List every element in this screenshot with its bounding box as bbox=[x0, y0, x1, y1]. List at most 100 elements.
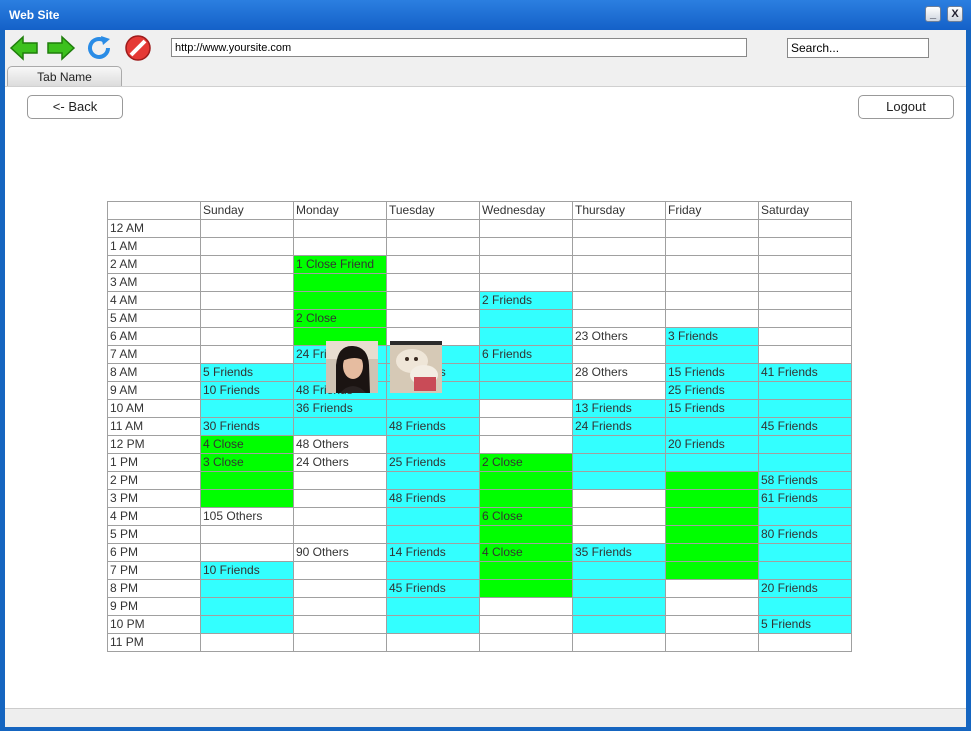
schedule-cell[interactable] bbox=[758, 399, 852, 418]
search-input[interactable]: Search... bbox=[787, 38, 929, 58]
schedule-cell[interactable] bbox=[572, 273, 666, 292]
avatar-photo[interactable] bbox=[326, 341, 378, 393]
schedule-cell[interactable] bbox=[386, 615, 480, 634]
schedule-cell[interactable] bbox=[758, 273, 852, 292]
schedule-cell[interactable] bbox=[386, 255, 480, 274]
schedule-cell[interactable] bbox=[293, 561, 387, 580]
schedule-cell[interactable] bbox=[665, 309, 759, 328]
schedule-cell[interactable] bbox=[200, 579, 294, 598]
schedule-cell[interactable] bbox=[665, 597, 759, 616]
close-button[interactable]: X bbox=[947, 6, 963, 22]
schedule-cell[interactable]: 2 Close bbox=[293, 309, 387, 328]
schedule-cell[interactable] bbox=[479, 471, 573, 490]
schedule-cell[interactable] bbox=[572, 255, 666, 274]
schedule-cell[interactable] bbox=[293, 525, 387, 544]
schedule-cell[interactable]: 3 Friends bbox=[665, 327, 759, 346]
schedule-cell[interactable]: 25 Friends bbox=[665, 381, 759, 400]
schedule-cell[interactable] bbox=[293, 633, 387, 652]
schedule-cell[interactable]: 6 Close bbox=[479, 507, 573, 526]
schedule-cell[interactable] bbox=[758, 327, 852, 346]
schedule-cell[interactable] bbox=[665, 255, 759, 274]
schedule-cell[interactable] bbox=[479, 417, 573, 436]
schedule-cell[interactable] bbox=[572, 219, 666, 238]
schedule-cell[interactable]: 10 Friends bbox=[200, 561, 294, 580]
schedule-cell[interactable] bbox=[572, 561, 666, 580]
schedule-cell[interactable]: 25 Friends bbox=[386, 453, 480, 472]
schedule-cell[interactable] bbox=[665, 417, 759, 436]
schedule-cell[interactable] bbox=[572, 633, 666, 652]
schedule-cell[interactable] bbox=[200, 525, 294, 544]
stop-icon[interactable] bbox=[123, 34, 153, 62]
schedule-cell[interactable] bbox=[479, 381, 573, 400]
schedule-cell[interactable] bbox=[665, 291, 759, 310]
schedule-cell[interactable] bbox=[386, 525, 480, 544]
schedule-cell[interactable] bbox=[665, 633, 759, 652]
schedule-cell[interactable] bbox=[572, 309, 666, 328]
schedule-cell[interactable] bbox=[479, 561, 573, 580]
schedule-cell[interactable] bbox=[479, 579, 573, 598]
schedule-cell[interactable] bbox=[665, 507, 759, 526]
schedule-cell[interactable] bbox=[200, 345, 294, 364]
schedule-cell[interactable]: 41 Friends bbox=[758, 363, 852, 382]
schedule-cell[interactable]: 80 Friends bbox=[758, 525, 852, 544]
schedule-cell[interactable] bbox=[386, 471, 480, 490]
schedule-cell[interactable] bbox=[572, 291, 666, 310]
schedule-cell[interactable]: 24 Friends bbox=[572, 417, 666, 436]
schedule-cell[interactable] bbox=[758, 543, 852, 562]
schedule-cell[interactable] bbox=[386, 399, 480, 418]
schedule-cell[interactable]: 48 Friends bbox=[386, 489, 480, 508]
schedule-cell[interactable]: 15 Friends bbox=[665, 399, 759, 418]
schedule-cell[interactable] bbox=[758, 435, 852, 454]
schedule-cell[interactable] bbox=[293, 237, 387, 256]
schedule-cell[interactable]: 105 Others bbox=[200, 507, 294, 526]
schedule-cell[interactable] bbox=[572, 345, 666, 364]
schedule-cell[interactable] bbox=[665, 219, 759, 238]
schedule-cell[interactable] bbox=[758, 633, 852, 652]
schedule-cell[interactable] bbox=[665, 237, 759, 256]
logout-button[interactable]: Logout bbox=[858, 95, 954, 119]
schedule-cell[interactable]: 15 Friends bbox=[665, 363, 759, 382]
schedule-cell[interactable] bbox=[386, 237, 480, 256]
schedule-cell[interactable] bbox=[758, 291, 852, 310]
forward-arrow-icon[interactable] bbox=[46, 34, 76, 62]
schedule-cell[interactable]: 61 Friends bbox=[758, 489, 852, 508]
schedule-cell[interactable] bbox=[479, 237, 573, 256]
schedule-cell[interactable] bbox=[293, 579, 387, 598]
schedule-cell[interactable] bbox=[293, 615, 387, 634]
schedule-cell[interactable] bbox=[386, 291, 480, 310]
schedule-cell[interactable] bbox=[293, 291, 387, 310]
schedule-cell[interactable] bbox=[665, 345, 759, 364]
schedule-cell[interactable] bbox=[572, 435, 666, 454]
schedule-cell[interactable] bbox=[479, 273, 573, 292]
schedule-cell[interactable] bbox=[758, 597, 852, 616]
schedule-cell[interactable]: 58 Friends bbox=[758, 471, 852, 490]
schedule-cell[interactable] bbox=[665, 471, 759, 490]
schedule-cell[interactable] bbox=[572, 453, 666, 472]
schedule-cell[interactable] bbox=[200, 489, 294, 508]
schedule-cell[interactable] bbox=[665, 543, 759, 562]
schedule-cell[interactable]: 20 Friends bbox=[758, 579, 852, 598]
schedule-cell[interactable]: 2 Friends bbox=[479, 291, 573, 310]
schedule-cell[interactable] bbox=[572, 381, 666, 400]
schedule-cell[interactable] bbox=[293, 507, 387, 526]
schedule-cell[interactable] bbox=[200, 219, 294, 238]
schedule-cell[interactable]: 6 Friends bbox=[479, 345, 573, 364]
schedule-cell[interactable] bbox=[479, 309, 573, 328]
schedule-cell[interactable]: 45 Friends bbox=[386, 579, 480, 598]
schedule-cell[interactable] bbox=[572, 489, 666, 508]
schedule-cell[interactable] bbox=[200, 597, 294, 616]
schedule-cell[interactable] bbox=[758, 561, 852, 580]
schedule-cell[interactable] bbox=[479, 615, 573, 634]
schedule-cell[interactable] bbox=[200, 543, 294, 562]
schedule-cell[interactable] bbox=[665, 615, 759, 634]
schedule-cell[interactable] bbox=[572, 525, 666, 544]
schedule-cell[interactable] bbox=[479, 363, 573, 382]
schedule-cell[interactable] bbox=[479, 255, 573, 274]
schedule-cell[interactable]: 1 Close Friend bbox=[293, 255, 387, 274]
schedule-cell[interactable] bbox=[758, 255, 852, 274]
schedule-cell[interactable] bbox=[758, 237, 852, 256]
back-arrow-icon[interactable] bbox=[9, 34, 39, 62]
schedule-cell[interactable] bbox=[200, 237, 294, 256]
minimize-button[interactable]: _ bbox=[925, 6, 941, 22]
schedule-cell[interactable]: 3 Close bbox=[200, 453, 294, 472]
